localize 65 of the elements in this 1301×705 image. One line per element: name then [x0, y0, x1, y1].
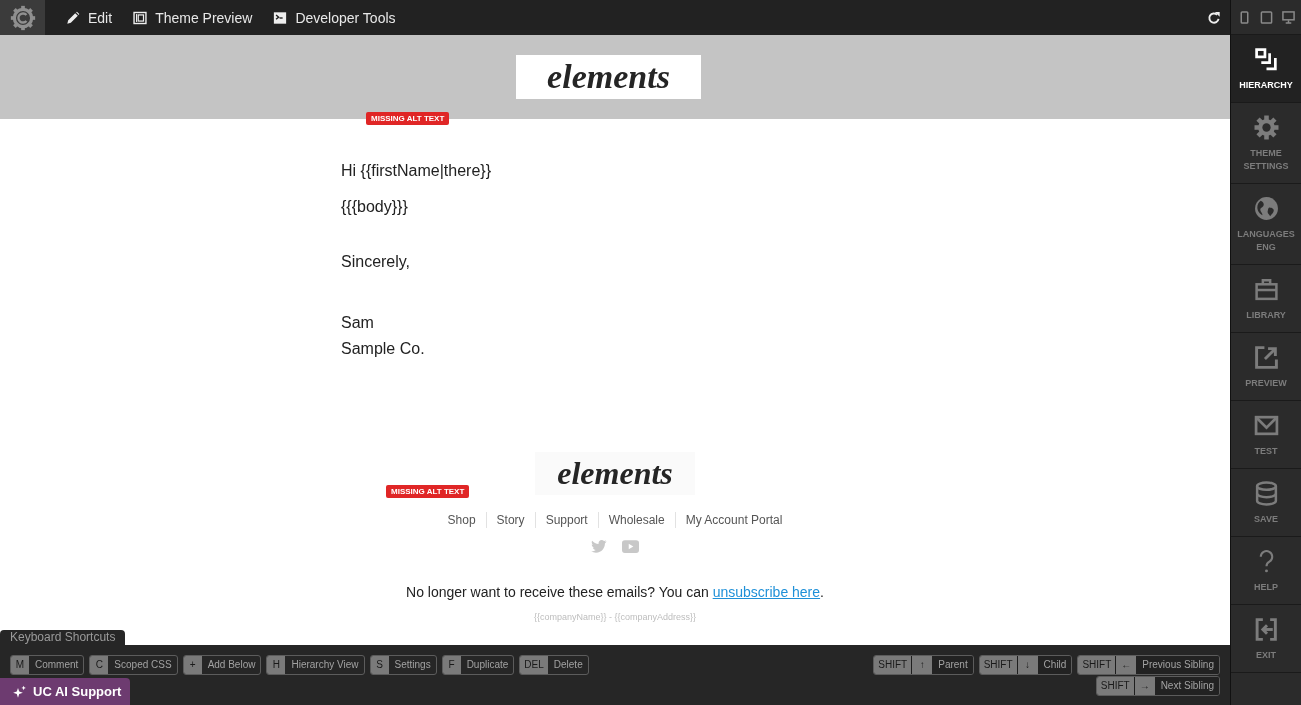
globe-icon	[1253, 196, 1279, 221]
shortcut-label: Parent	[932, 656, 973, 674]
sidebar-item[interactable]: HIERARCHY	[1231, 35, 1301, 103]
shortcut-label: Scoped CSS	[113, 658, 173, 672]
key-cap: SHIFT	[1096, 677, 1134, 695]
shortcut-label: Hierarchy View	[290, 658, 360, 672]
database-icon	[1253, 481, 1279, 506]
company-address-text: {{companyName}} - {{companyAddress}}	[533, 611, 697, 624]
key-cap: H	[267, 656, 286, 674]
key-cap: C	[90, 656, 109, 674]
key-cap: SHIFT	[874, 656, 912, 674]
tablet-icon[interactable]	[1259, 10, 1273, 24]
signature-line: Sample Co.	[341, 339, 426, 359]
shortcuts-tab[interactable]: Keyboard Shortcuts	[0, 630, 126, 645]
greeting-text: Hi {{firstName|there}}	[341, 161, 492, 181]
sparkle-icon	[12, 684, 27, 699]
shortcut-label: Duplicate	[465, 658, 510, 672]
terminal-icon	[273, 10, 288, 25]
shortcut-label: Comment	[34, 658, 80, 672]
closing-text: Sincerely,	[341, 252, 412, 272]
footer-link[interactable]: My Account Portal	[674, 512, 793, 528]
key-cap: SHIFT	[979, 656, 1017, 674]
pencil-icon	[66, 10, 80, 25]
window-icon	[133, 10, 148, 25]
key-cap: ↑	[911, 656, 933, 674]
footer-link[interactable]: Wholesale	[597, 512, 675, 528]
shortcut-label: Add Below	[206, 658, 257, 672]
key-cap: M	[11, 656, 29, 674]
signature-line: Sam	[341, 313, 375, 333]
footer-link[interactable]: Support	[534, 512, 598, 528]
ai-support-button[interactable]: UC AI Support	[0, 678, 130, 705]
key-cap: ↓	[1016, 656, 1038, 674]
shortcut-label: Child	[1037, 656, 1072, 674]
briefcase-icon	[1253, 277, 1279, 302]
brand-logo: elements	[516, 55, 701, 99]
gear-logo-icon[interactable]	[0, 0, 45, 35]
envelope-icon	[1253, 413, 1279, 438]
shortcut-label: Previous Sibling	[1136, 656, 1219, 674]
key-cap: →	[1133, 677, 1155, 695]
toolbar-button[interactable]: Developer Tools	[273, 8, 396, 27]
alert-badge: MISSING ALT TEXT	[386, 485, 470, 498]
unsubscribe-link[interactable]: unsubscribe here	[712, 584, 821, 600]
footer-link[interactable]: Shop	[437, 512, 486, 528]
footer-link[interactable]: Story	[485, 512, 535, 528]
key-cap: DEL	[520, 656, 548, 674]
gear-icon	[1253, 115, 1279, 140]
shortcut-label: Next Sibling	[1154, 677, 1219, 695]
hierarchy-icon	[1253, 47, 1279, 72]
toolbar-button[interactable]: Edit	[66, 8, 113, 27]
key-cap: F	[442, 656, 461, 674]
unsubscribe-text: No longer want to receive these emails? You can unsubscribe here.	[406, 584, 824, 600]
shortcut-label: Settings	[393, 658, 432, 672]
key-cap: +	[183, 656, 202, 674]
shortcut-label: Delete	[552, 658, 584, 672]
exit-icon	[1253, 617, 1279, 642]
toolbar-button[interactable]: Theme Preview	[133, 8, 253, 27]
body-placeholder-text: {{{body}}}	[341, 197, 409, 217]
refresh-icon[interactable]	[1207, 10, 1221, 25]
monitor-icon[interactable]	[1281, 10, 1295, 24]
alert-badge: MISSING ALT TEXT	[366, 112, 450, 125]
brand-logo: elements	[535, 452, 695, 495]
box-arrow-icon	[1253, 345, 1279, 370]
key-cap: ←	[1115, 656, 1137, 674]
key-cap: S	[370, 656, 389, 674]
key-cap: SHIFT	[1078, 656, 1116, 674]
